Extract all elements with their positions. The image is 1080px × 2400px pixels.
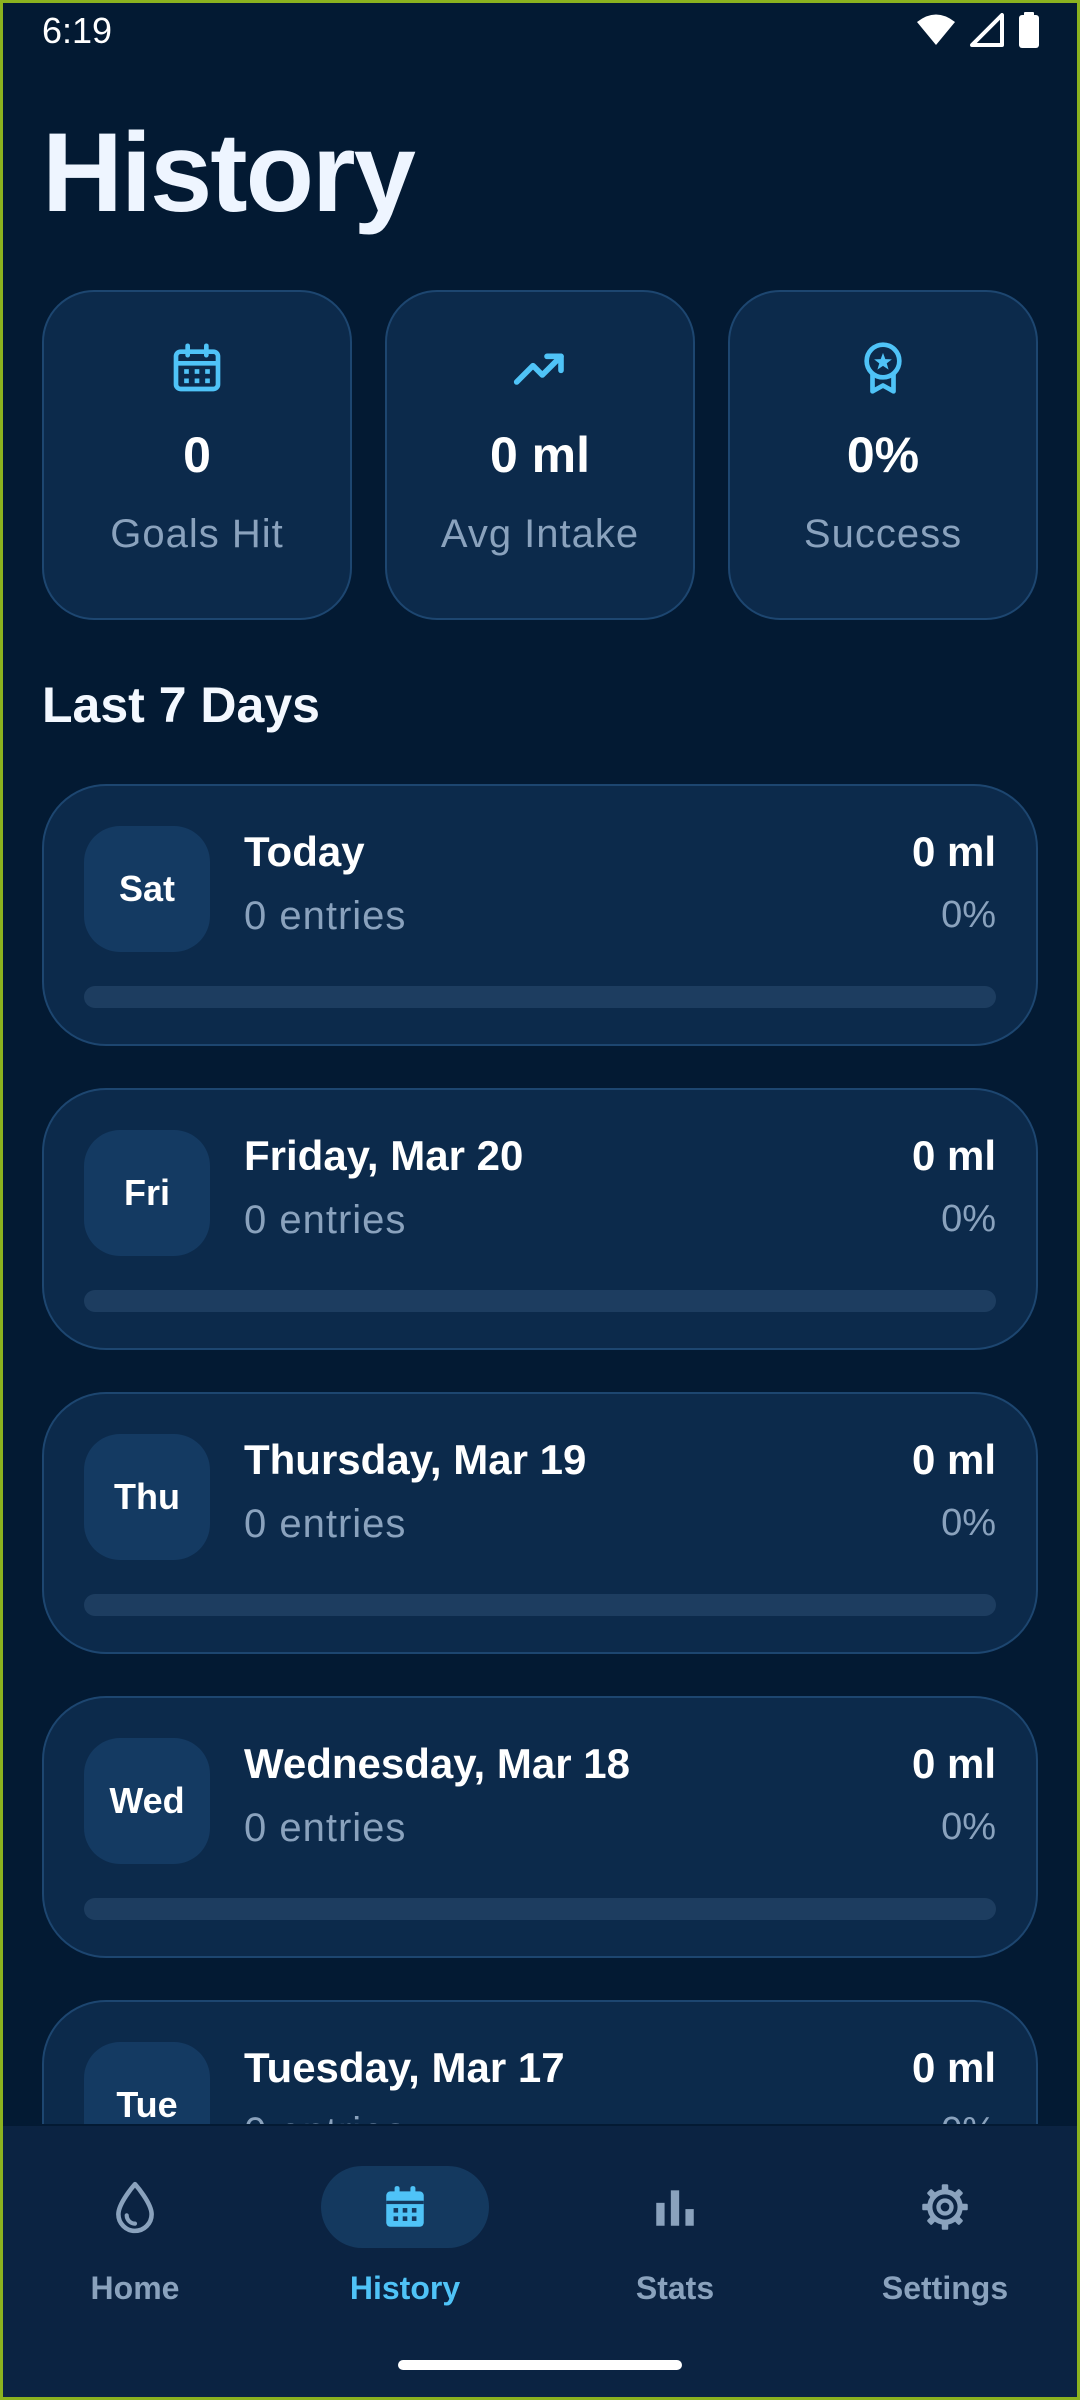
day-percent: 0% — [941, 2110, 996, 2124]
cellular-signal-icon — [970, 13, 1004, 47]
calendar-icon — [173, 343, 221, 392]
water-drop-icon — [116, 2181, 154, 2234]
summary-value: 0 — [183, 427, 211, 483]
day-progress-bar — [84, 1290, 996, 1312]
day-progress-bar — [84, 1898, 996, 1920]
day-amount: 0 ml — [911, 1132, 996, 1179]
nav-label: Stats — [635, 2270, 715, 2306]
day-progress-bar — [84, 986, 996, 1008]
summary-value: 0% — [846, 427, 920, 483]
nav-icon-container — [321, 2166, 489, 2248]
battery-icon — [1019, 12, 1039, 48]
day-card[interactable]: Tue Tuesday, Mar 17 0 entries 0 ml 0% — [42, 2000, 1038, 2124]
day-badge: Sat — [84, 826, 210, 952]
day-percent: 0% — [941, 894, 996, 936]
nav-item-history[interactable]: History — [270, 2166, 540, 2316]
calendar-icon — [386, 2186, 424, 2227]
day-badge: Fri — [84, 1130, 210, 1256]
day-card[interactable]: Thu Thursday, Mar 19 0 entries 0 ml 0% — [42, 1392, 1038, 1654]
day-card[interactable]: Wed Wednesday, Mar 18 0 entries 0 ml 0% — [42, 1696, 1038, 1958]
bottom-nav: Home History Stats Settings — [0, 2126, 1080, 2400]
day-name: Friday, Mar 20 — [244, 1132, 524, 1179]
day-amount: 0 ml — [911, 1436, 996, 1483]
summary-card-success: 0% Success — [728, 290, 1038, 620]
nav-icon-container — [51, 2166, 219, 2248]
summary-cards: 0 Goals Hit 0 ml Avg Intake 0% Success — [42, 290, 1038, 620]
section-title: Last 7 Days — [42, 677, 320, 733]
nav-item-home[interactable]: Home — [0, 2166, 270, 2316]
day-amount: 0 ml — [911, 828, 996, 875]
home-indicator[interactable] — [398, 2360, 682, 2370]
day-name: Thursday, Mar 19 — [244, 1436, 587, 1483]
nav-label: Settings — [881, 2270, 1009, 2306]
summary-label: Avg Intake — [440, 512, 640, 556]
day-badge: Tue — [84, 2042, 210, 2124]
summary-card-goals-hit: 0 Goals Hit — [42, 290, 352, 620]
summary-label: Goals Hit — [110, 512, 284, 556]
day-amount: 0 ml — [911, 1740, 996, 1787]
day-entries: 0 entries — [244, 2110, 406, 2124]
day-entries: 0 entries — [244, 894, 407, 938]
day-progress-bar — [84, 1594, 996, 1616]
day-badge: Wed — [84, 1738, 210, 1864]
day-percent: 0% — [941, 1806, 996, 1848]
nav-icon-container — [591, 2166, 759, 2248]
day-badge: Thu — [84, 1434, 210, 1560]
wifi-icon — [917, 14, 955, 45]
status-icons — [916, 12, 1040, 48]
gear-icon — [922, 2184, 968, 2230]
trending-up-icon — [513, 353, 564, 385]
day-card[interactable]: Sat Today 0 entries 0 ml 0% — [42, 784, 1038, 1046]
day-card[interactable]: Fri Friday, Mar 20 0 entries 0 ml 0% — [42, 1088, 1038, 1350]
day-amount: 0 ml — [911, 2044, 996, 2091]
status-bar: 6:19 — [0, 0, 1080, 62]
summary-card-avg-intake: 0 ml Avg Intake — [385, 290, 695, 620]
nav-item-stats[interactable]: Stats — [540, 2166, 810, 2316]
status-time: 6:19 — [42, 10, 113, 51]
day-name: Wednesday, Mar 18 — [244, 1740, 630, 1787]
bar-chart-icon — [656, 2190, 694, 2226]
nav-label: History — [349, 2270, 461, 2306]
day-name: Tuesday, Mar 17 — [244, 2044, 565, 2091]
nav-icon-container — [861, 2166, 1029, 2248]
day-percent: 0% — [941, 1198, 996, 1240]
nav-label: Home — [90, 2270, 180, 2306]
day-list[interactable]: Sat Today 0 entries 0 ml 0% Fri Friday, … — [42, 784, 1038, 2124]
summary-value: 0 ml — [489, 427, 591, 483]
day-percent: 0% — [941, 1502, 996, 1544]
day-entries: 0 entries — [244, 1502, 407, 1546]
summary-label: Success — [803, 512, 963, 556]
day-name: Today — [244, 828, 365, 875]
page-title: History — [42, 110, 416, 235]
award-icon — [864, 342, 902, 394]
day-entries: 0 entries — [244, 1806, 407, 1850]
nav-item-settings[interactable]: Settings — [810, 2166, 1080, 2316]
day-entries: 0 entries — [244, 1198, 407, 1242]
